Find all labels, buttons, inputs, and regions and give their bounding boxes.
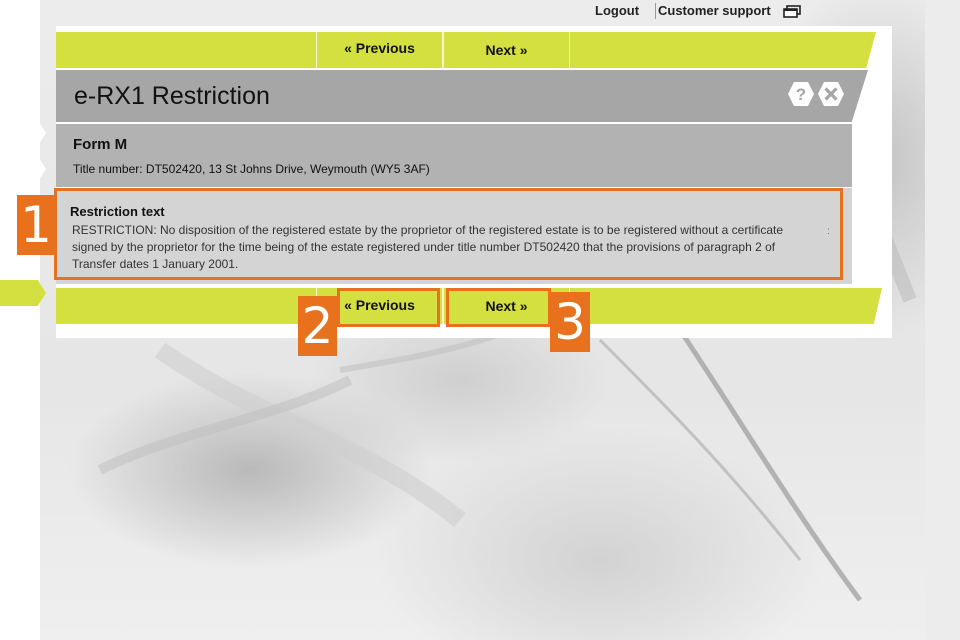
logout-link[interactable]: Logout [595,3,639,18]
callout-number-2: 2 [298,296,337,356]
window-icon[interactable] [783,5,801,19]
restriction-section: Restriction text RESTRICTION: No disposi… [56,188,852,284]
side-tab-active[interactable] [0,280,46,306]
restriction-marker: : [827,226,830,237]
customer-support-link[interactable]: Customer support [658,3,771,18]
help-icon[interactable]: ? [788,82,814,106]
previous-button-top[interactable]: « Previous [316,32,443,68]
restriction-heading: Restriction text [70,204,165,219]
next-button-top[interactable]: Next » [443,32,570,68]
header-icons: ? [788,82,844,106]
svg-text:?: ? [796,85,806,104]
page-title: e-RX1 Restriction [74,82,270,110]
close-icon[interactable] [818,82,844,106]
right-margin [925,0,960,640]
form-info: Form M Title number: DT502420, 13 St Joh… [56,124,852,187]
title-number: Title number: DT502420, 13 St Johns Driv… [73,162,430,176]
form-title: Form M [73,136,128,153]
callout-number-3: 3 [550,292,590,352]
bottom-nav-bar: « Previous Next » [56,288,882,324]
side-tab[interactable] [0,120,46,146]
restriction-body: RESTRICTION: No disposition of the regis… [72,223,784,271]
page-header: e-RX1 Restriction ? [56,70,868,122]
top-nav-bar: « Previous Next » [56,32,876,68]
side-tab[interactable] [0,156,46,182]
link-divider [655,3,656,19]
callout-number-1: 1 [17,195,55,255]
